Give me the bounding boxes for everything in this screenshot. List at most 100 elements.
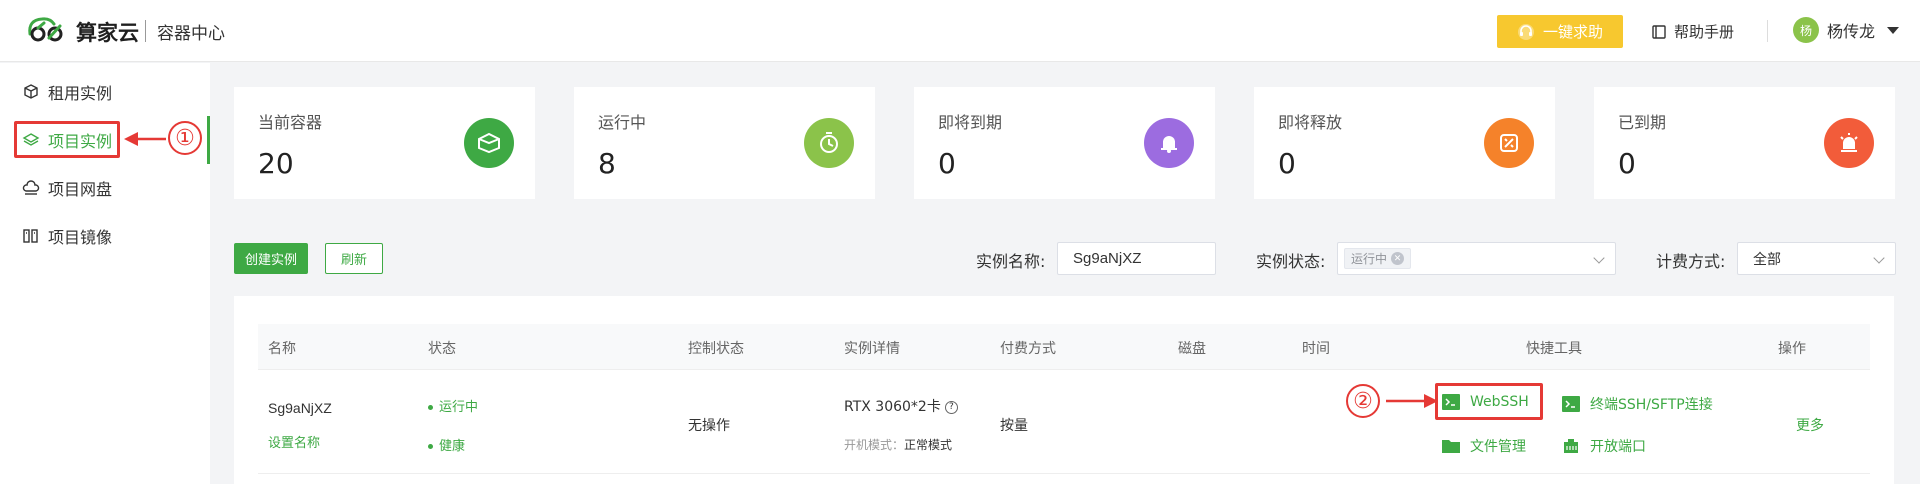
stat-card-running: 运行中 8 <box>574 87 875 199</box>
column-header: 操作 <box>1778 341 1806 357</box>
row-divider <box>258 369 1870 370</box>
billing-method-label: 计费方式: <box>1656 252 1726 271</box>
column-header: 时间 <box>1302 341 1330 357</box>
status-dot <box>428 444 433 449</box>
bell-icon <box>1144 118 1194 168</box>
header-divider <box>1767 20 1768 42</box>
annotation-highlight-box <box>1435 383 1543 420</box>
instance-status-select[interactable]: 运行中 ✕ <box>1337 242 1616 275</box>
terminal-ssh-label: 终端SSH/SFTP连接 <box>1590 397 1713 413</box>
suanjiayun-logo <box>28 17 63 42</box>
column-header: 实例详情 <box>844 341 900 357</box>
instance-name: Sg9aNjXZ <box>268 400 332 416</box>
one-click-help-button[interactable]: 一键求助 <box>1497 15 1623 48</box>
sidebar-item-label: 项目网盘 <box>48 180 113 199</box>
close-icon[interactable]: ✕ <box>1391 252 1405 265</box>
column-header: 快捷工具 <box>1526 341 1582 357</box>
timer-icon <box>804 118 854 168</box>
gpu-spec: RTX 3060*2卡 <box>844 399 941 415</box>
annotation-number-1: ① <box>168 121 202 155</box>
open-port-button[interactable]: 开放端口 <box>1562 436 1646 456</box>
column-header: 状态 <box>428 341 456 357</box>
sidebar-item-rental-instances[interactable]: 租用实例 <box>0 74 210 110</box>
user-menu[interactable]: 杨 杨传龙 <box>1793 17 1900 43</box>
stat-label: 运行中 <box>598 113 647 132</box>
top-header: 算家云 容器中心 一键求助 帮助手册 杨 杨传龙 <box>0 0 1920 62</box>
stat-value: 20 <box>258 147 294 180</box>
open-port-label: 开放端口 <box>1590 439 1646 455</box>
caret-down-icon <box>1887 26 1900 34</box>
column-header: 控制状态 <box>688 341 744 357</box>
instance-status-label: 实例状态: <box>1256 252 1326 271</box>
instance-name-value: Sg9aNjXZ <box>1073 250 1142 267</box>
refresh-button[interactable]: 刷新 <box>325 243 383 274</box>
billing-method-select[interactable]: 全部 <box>1737 242 1896 275</box>
alarm-light-icon <box>1824 118 1874 168</box>
help-manual-label: 帮助手册 <box>1674 23 1735 41</box>
annotation-arrow-icon <box>1386 394 1438 408</box>
cube-icon <box>24 84 38 99</box>
create-instance-button[interactable]: 创建实例 <box>234 243 308 274</box>
boot-mode-label: 开机模式： <box>844 438 905 452</box>
stat-card-current: 当前容器 20 <box>234 87 535 199</box>
billing-method-value: 全部 <box>1753 250 1781 267</box>
sidebar-item-project-images[interactable]: 项目镜像 <box>0 218 210 254</box>
stat-value: 8 <box>598 147 616 180</box>
cloud-disk-icon <box>22 180 40 195</box>
status-running: 运行中 <box>428 396 478 415</box>
brand-divider <box>145 20 146 42</box>
annotation-number-2: ② <box>1346 384 1380 418</box>
column-header: 名称 <box>268 341 296 357</box>
status-dot <box>428 405 433 410</box>
help-button-label: 一键求助 <box>1542 23 1603 41</box>
file-manager-label: 文件管理 <box>1470 439 1526 455</box>
terminal-icon <box>1562 396 1580 412</box>
user-name: 杨传龙 <box>1827 22 1876 41</box>
chevron-down-icon <box>1873 252 1885 264</box>
product-name: 容器中心 <box>157 24 225 44</box>
boot-mode: 开机模式：正常模式 <box>844 436 952 453</box>
status-tag: 运行中 ✕ <box>1344 248 1412 269</box>
book-icon <box>1652 24 1666 39</box>
row-divider <box>258 473 1870 474</box>
control-status: 无操作 <box>688 418 730 434</box>
status-healthy-label: 健康 <box>439 439 466 454</box>
release-icon <box>1484 118 1534 168</box>
chevron-down-icon <box>1593 252 1605 264</box>
image-stack-icon <box>23 229 38 243</box>
file-manager-button[interactable]: 文件管理 <box>1442 436 1526 456</box>
more-actions-link[interactable]: 更多 <box>1796 415 1824 435</box>
stat-label: 即将到期 <box>938 113 1003 132</box>
terminal-ssh-sftp-button[interactable]: 终端SSH/SFTP连接 <box>1562 394 1713 414</box>
annotation-highlight-box <box>14 121 120 158</box>
stat-label: 当前容器 <box>258 113 323 132</box>
stat-value: 0 <box>1618 147 1636 180</box>
instance-table: 名称 状态 控制状态 实例详情 付费方式 磁盘 时间 快捷工具 操作 Sg9aN… <box>234 296 1894 484</box>
container-box-icon <box>464 118 514 168</box>
stat-value: 0 <box>938 147 956 180</box>
stat-label: 即将释放 <box>1278 113 1343 132</box>
stat-card-expiring: 即将到期 0 <box>914 87 1215 199</box>
brand-name: 算家云 <box>76 21 139 45</box>
stat-card-expired: 已到期 0 <box>1594 87 1895 199</box>
stat-value: 0 <box>1278 147 1296 180</box>
set-name-link[interactable]: 设置名称 <box>268 432 320 451</box>
avatar: 杨 <box>1793 17 1819 43</box>
support-agent-icon <box>1517 23 1534 40</box>
sidebar-item-label: 项目镜像 <box>48 228 113 247</box>
sidebar-item-label: 租用实例 <box>48 84 113 103</box>
column-header: 磁盘 <box>1178 341 1206 357</box>
status-tag-label: 运行中 <box>1351 252 1388 266</box>
status-running-label: 运行中 <box>439 400 479 415</box>
boot-mode-value: 正常模式 <box>904 438 953 452</box>
help-manual-link[interactable]: 帮助手册 <box>1651 21 1734 42</box>
status-healthy: 健康 <box>428 435 465 454</box>
table-header: 名称 状态 控制状态 实例详情 付费方式 磁盘 时间 快捷工具 操作 <box>258 324 1870 369</box>
instance-name-input[interactable]: Sg9aNjXZ <box>1057 242 1216 275</box>
question-icon[interactable]: ? <box>944 400 958 414</box>
folder-icon <box>1442 440 1460 453</box>
billing-type: 按量 <box>1000 418 1028 434</box>
sidebar-item-project-disk[interactable]: 项目网盘 <box>0 170 210 206</box>
instance-detail: RTX 3060*2卡? <box>844 396 958 416</box>
annotation-arrow-icon <box>124 132 166 146</box>
